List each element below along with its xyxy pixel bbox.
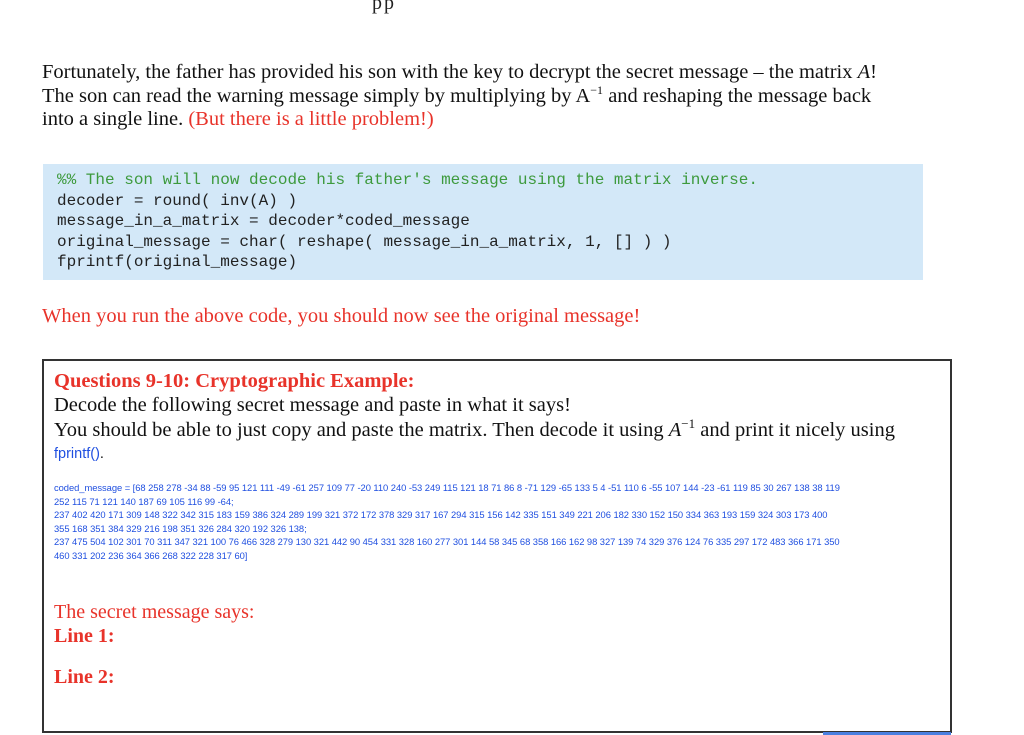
coded-message-line: coded_message = [68 258 278 -34 88 -59 9… bbox=[54, 482, 840, 493]
instruction-text: You should be able to just copy and past… bbox=[54, 418, 669, 441]
coded-message-line: 237 402 420 171 309 148 322 342 315 183 … bbox=[54, 509, 828, 521]
intro-text: ! bbox=[870, 61, 877, 83]
period: . bbox=[99, 446, 104, 462]
coded-message-line: 252 115 71 121 140 187 69 105 116 99 -64… bbox=[54, 495, 234, 507]
fprintf-link[interactable]: fprintf() bbox=[54, 446, 100, 462]
line-2-label: Line 2: bbox=[54, 665, 115, 688]
code-line: decoder = round( inv(A) ) bbox=[57, 191, 298, 210]
code-comment: %% The son will now decode his father's … bbox=[57, 171, 758, 189]
intro-text: Fortunately, the father has provided his… bbox=[42, 61, 858, 83]
intro-text: into a single line. bbox=[42, 108, 189, 130]
coded-message-line: 460 331 202 236 364 366 268 322 228 317 … bbox=[54, 549, 248, 561]
intro-line-3: into a single line. (But there is a litt… bbox=[42, 108, 962, 132]
question-instruction-1: Decode the following secret message and … bbox=[54, 394, 571, 416]
code-line: original_message = char( reshape( messag… bbox=[57, 232, 672, 251]
intro-line-2: The son can read the warning message sim… bbox=[42, 82, 962, 109]
question-box: Questions 9-10: Cryptographic Example: D… bbox=[42, 359, 952, 733]
code-line: message_in_a_matrix = decoder*coded_mess… bbox=[57, 212, 470, 230]
problem-warning: (But there is a little problem!) bbox=[188, 108, 434, 130]
question-instruction-2: You should be able to just copy and past… bbox=[54, 415, 940, 443]
code-block: %% The son will now decode his father's … bbox=[43, 164, 923, 280]
code-line: fprintf(original_message) bbox=[57, 253, 298, 271]
matrix-variable: A bbox=[857, 61, 871, 83]
inverse-superscript: −1 bbox=[681, 415, 696, 431]
matrix-variable: A bbox=[668, 418, 682, 441]
fprintf-reference: fprintf(). bbox=[54, 442, 940, 466]
question-title: Questions 9-10: Cryptographic Example: bbox=[54, 370, 415, 392]
coded-message-line: 237 475 504 102 301 70 311 347 321 100 7… bbox=[54, 536, 840, 548]
run-note: When you run the above code, you should … bbox=[42, 305, 641, 327]
line-1-label: Line 1: bbox=[54, 624, 115, 647]
coded-message-line: 355 168 351 384 329 216 198 351 326 284 … bbox=[54, 522, 307, 534]
intro-text: and reshaping the message back bbox=[603, 84, 872, 107]
inverse-superscript: −1 bbox=[590, 82, 604, 97]
secret-message-label: The secret message says: bbox=[54, 600, 255, 623]
previous-page-fragment: pp bbox=[372, 0, 396, 14]
intro-paragraph: Fortunately, the father has provided his… bbox=[42, 61, 962, 132]
intro-text: The son can read the warning message sim… bbox=[42, 84, 591, 107]
intro-line-1: Fortunately, the father has provided his… bbox=[42, 61, 962, 85]
instruction-text: and print it nicely using bbox=[695, 418, 895, 441]
coded-message-matrix[interactable]: coded_message = [68 258 278 -34 88 -59 9… bbox=[54, 481, 944, 563]
